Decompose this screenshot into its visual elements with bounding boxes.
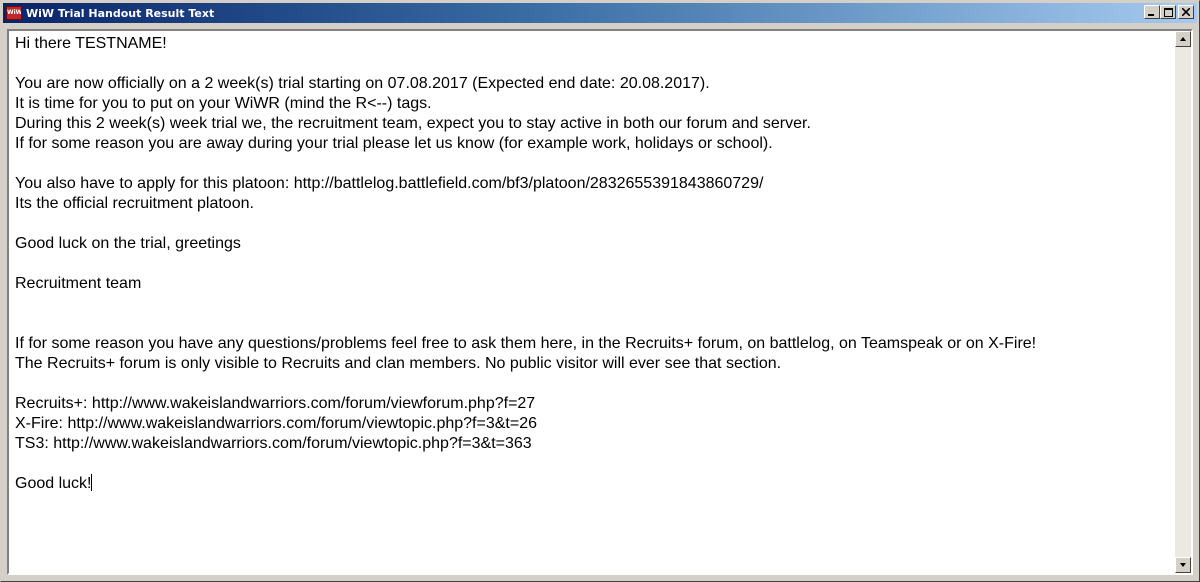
- text-line: You are now officially on a 2 week(s) tr…: [15, 75, 710, 92]
- text-line: [15, 374, 1169, 394]
- text-line: Recruitment team: [15, 275, 142, 292]
- text-line: During this 2 week(s) week trial we, the…: [15, 115, 811, 132]
- text-line: [15, 214, 1169, 234]
- scroll-up-button[interactable]: [1175, 31, 1191, 47]
- minimize-button[interactable]: [1144, 5, 1160, 19]
- text-line: Recruits+: http://www.wakeislandwarriors…: [15, 395, 536, 412]
- text-line: [15, 294, 1169, 314]
- app-icon[interactable]: WiW: [6, 6, 22, 20]
- text-line-content: Good luck!: [15, 475, 92, 492]
- text-line: Good luck on the trial, greetings: [15, 235, 241, 252]
- text-line: Its the official recruitment platoon.: [15, 195, 254, 212]
- window-title: WiW Trial Handout Result Text: [26, 6, 215, 20]
- title-bar[interactable]: WiW WiW Trial Handout Result Text: [3, 3, 1197, 23]
- result-text-area[interactable]: Hi there TESTNAME! You are now officially…: [9, 31, 1175, 573]
- text-area-frame: Hi there TESTNAME! You are now officially…: [7, 29, 1193, 575]
- vertical-scrollbar[interactable]: [1175, 31, 1191, 573]
- text-line: Good luck!: [15, 474, 1169, 494]
- text-line: If for some reason you are away during y…: [15, 135, 773, 152]
- text-line: The Recruits+ forum is only visible to R…: [15, 355, 782, 372]
- text-line: X-Fire: http://www.wakeislandwarriors.co…: [15, 415, 537, 432]
- scroll-down-button[interactable]: [1175, 557, 1191, 573]
- maximize-button[interactable]: [1160, 5, 1176, 19]
- text-line: If for some reason you have any question…: [15, 335, 1037, 352]
- arrow-up-icon: [1180, 37, 1186, 41]
- text-line: TS3: http://www.wakeislandwarriors.com/f…: [15, 435, 532, 452]
- text-line: [15, 314, 1169, 334]
- text-line: [15, 254, 1169, 274]
- window-controls: [1144, 5, 1194, 19]
- text-line: [15, 154, 1169, 174]
- text-line: Hi there TESTNAME!: [15, 35, 167, 52]
- arrow-down-icon: [1180, 563, 1186, 567]
- close-icon: [1182, 8, 1190, 16]
- text-caret: [91, 474, 93, 491]
- text-line: [15, 54, 1169, 74]
- text-line: You also have to apply for this platoon:…: [15, 175, 764, 192]
- text-line: It is time for you to put on your WiWR (…: [15, 95, 432, 112]
- result-text-window: WiW WiW Trial Handout Result Text Hi the…: [0, 0, 1200, 582]
- text-line: [15, 454, 1169, 474]
- close-button[interactable]: [1178, 5, 1194, 19]
